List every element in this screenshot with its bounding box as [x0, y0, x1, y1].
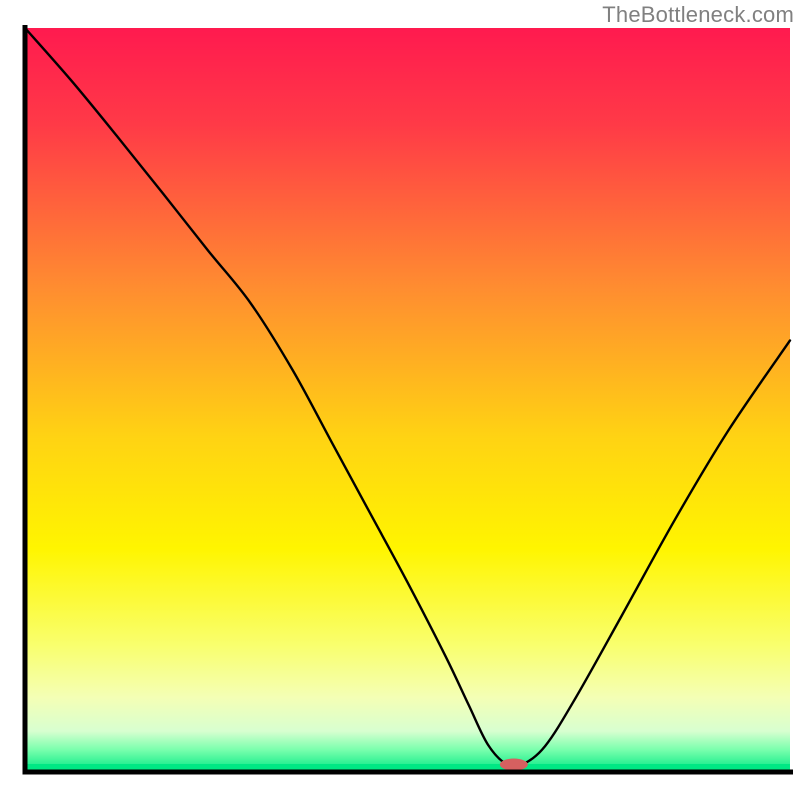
- chart-container: TheBottleneck.com: [0, 0, 800, 800]
- optimal-marker: [500, 759, 528, 771]
- chart-background: [25, 28, 790, 772]
- bottleneck-chart: [0, 0, 800, 800]
- watermark-text: TheBottleneck.com: [602, 2, 794, 28]
